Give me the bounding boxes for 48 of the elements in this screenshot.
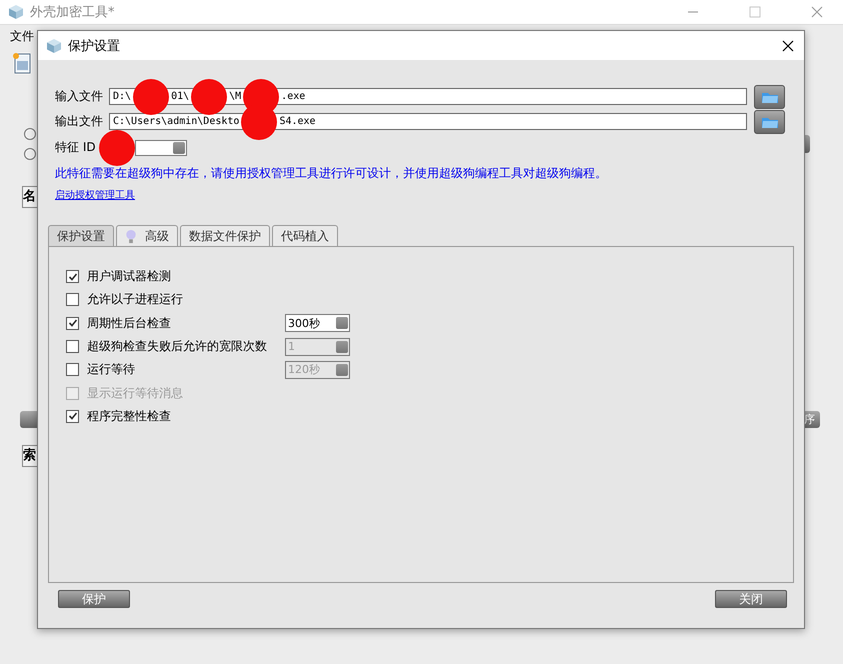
browse-button[interactable] <box>754 110 785 134</box>
browse-button[interactable] <box>754 84 785 108</box>
checkbox[interactable] <box>66 340 79 354</box>
path-text: .exe <box>281 91 306 102</box>
tab[interactable]: 数据文件保护 <box>180 225 270 246</box>
checkbox[interactable] <box>66 363 79 376</box>
redaction-dot <box>99 130 135 166</box>
checkbox[interactable] <box>66 293 79 306</box>
toolbar-button[interactable] <box>20 411 37 428</box>
dialog-title: 保护设置 <box>68 38 120 54</box>
menu-item[interactable]: 文件 <box>10 28 34 45</box>
dialog-button[interactable]: 保护 <box>58 590 130 608</box>
option-label: 允许以子进程运行 <box>87 291 184 308</box>
close-icon[interactable] <box>782 40 794 52</box>
tab[interactable]: 保护设置 <box>48 225 114 246</box>
dialog-button[interactable]: 关闭 <box>715 590 787 608</box>
redaction-dot <box>133 78 170 114</box>
option-label: 运行等待 <box>87 361 136 378</box>
tab[interactable]: 代码植入 <box>272 225 338 246</box>
redaction-dot <box>191 78 228 114</box>
checkbox[interactable] <box>66 410 79 423</box>
window-title: 外壳加密工具* <box>30 4 114 21</box>
checkbox[interactable] <box>66 270 79 284</box>
path-text: \M <box>229 91 242 102</box>
path-text: S4.exe <box>279 116 316 127</box>
radio-button[interactable] <box>24 128 36 140</box>
path-text: 01\ <box>171 91 190 102</box>
lightbulb-icon <box>125 228 137 244</box>
radio-button[interactable] <box>24 148 36 160</box>
option-label: 显示运行等待消息 <box>87 384 184 402</box>
checkbox[interactable] <box>66 316 79 330</box>
field-label: 特征 ID <box>55 139 97 156</box>
field-label: 输入文件 <box>55 88 104 105</box>
option-label: 周期性后台检查 <box>87 314 172 332</box>
spin-field[interactable]: 300秒 <box>285 314 350 332</box>
info-text: 此特征需要在超级狗中存在，请使用授权管理工具进行许可设计，并使用超级狗编程工具对超级狗编程。 <box>54 165 608 182</box>
launch-link[interactable]: 启动授权管理工具 <box>48 188 135 202</box>
option-label: 程序完整性检查 <box>87 408 172 425</box>
option-label: 用户调试器检测 <box>87 268 172 286</box>
app-cube-icon <box>8 4 24 20</box>
new-file-icon[interactable] <box>12 52 32 74</box>
field-label: 输出文件 <box>55 113 104 130</box>
tab[interactable]: 高级 <box>116 225 178 246</box>
app-cube-icon <box>46 38 62 54</box>
path-text: C:\Users\admin\Deskto <box>113 116 240 127</box>
id-spin-field[interactable] <box>135 140 187 156</box>
path-text: D:\ <box>113 91 132 102</box>
option-label: 超级狗检查失败后允许的宽限次数 <box>87 338 268 356</box>
